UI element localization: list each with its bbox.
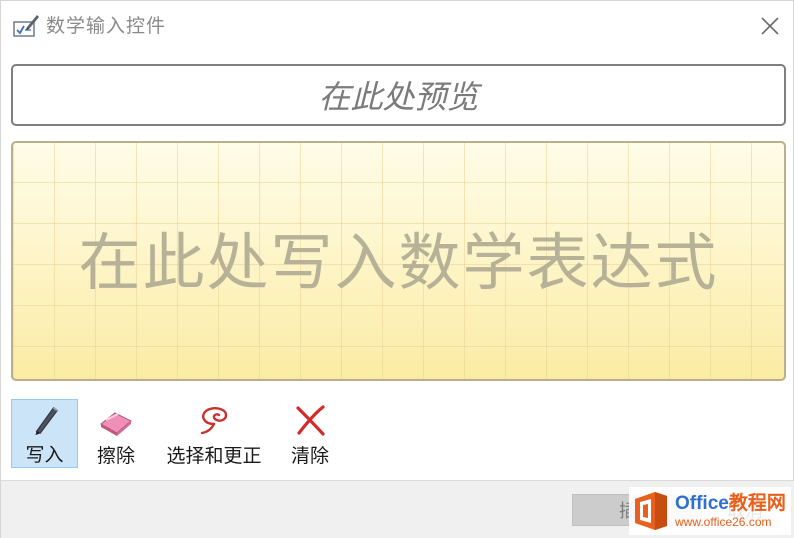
handwriting-hint: 在此处写入数学表达式 (78, 226, 719, 299)
pen-icon (35, 406, 58, 436)
clear-tool-button[interactable]: 清除 (282, 399, 338, 468)
write-tool-button[interactable]: 写入 (11, 399, 78, 468)
watermark-brand: Office教程网 (675, 493, 786, 515)
title-bar: 数学输入控件 (1, 1, 794, 51)
office-logo-icon (635, 492, 667, 530)
write-tool-label: 写入 (25, 444, 64, 466)
watermark-brand-prefix: Office (675, 493, 729, 514)
watermark-text: Office教程网 www.office26.com (675, 493, 786, 529)
erase-tool-label: 擦除 (96, 445, 135, 467)
watermark-url: www.office26.com (675, 515, 772, 529)
math-input-window: 数学输入控件 在此处预览 在此处写入数学表达式 写入 擦除 选择和更正 清除 O… (0, 0, 794, 538)
select-correct-tool-button[interactable]: 选择和更正 (158, 399, 270, 468)
select-correct-tool-label: 选择和更正 (166, 445, 262, 467)
eraser-icon (100, 412, 132, 436)
close-button[interactable] (753, 9, 787, 43)
preview-box: 在此处预览 (11, 64, 786, 126)
tool-bar: 写入 擦除 选择和更正 清除 (11, 399, 411, 469)
watermark-brand-suffix: 教程网 (728, 493, 786, 514)
clear-x-icon (296, 405, 325, 436)
site-watermark: Office教程网 www.office26.com (629, 487, 791, 535)
erase-tool-button[interactable]: 擦除 (84, 399, 148, 468)
handwriting-area[interactable]: 在此处写入数学表达式 (11, 141, 786, 381)
math-input-icon (13, 15, 39, 37)
clear-tool-label: 清除 (290, 445, 329, 467)
lasso-icon (200, 407, 228, 435)
window-title: 数学输入控件 (46, 15, 167, 37)
close-icon (761, 17, 779, 35)
preview-placeholder: 在此处预览 (318, 78, 479, 116)
